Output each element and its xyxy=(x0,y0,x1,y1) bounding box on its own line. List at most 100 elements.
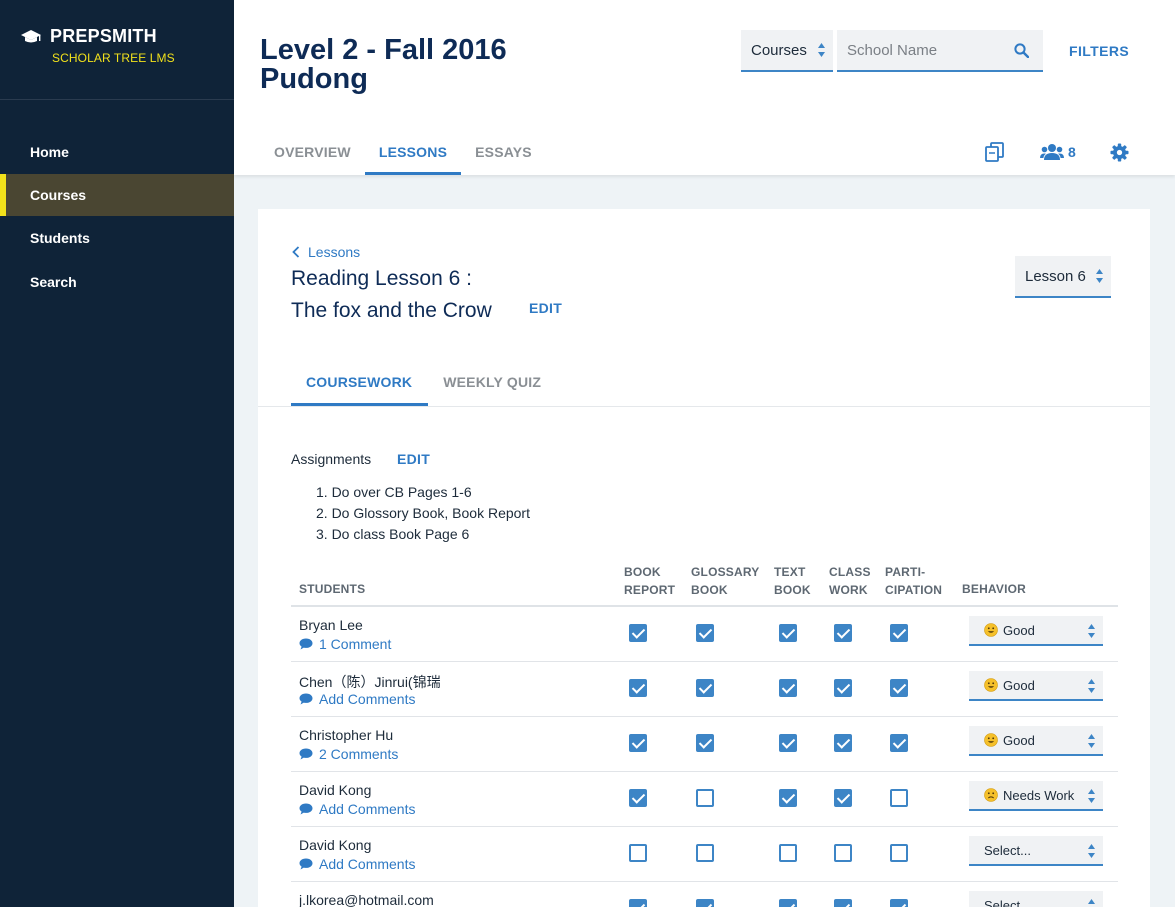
school-search-input[interactable] xyxy=(837,30,997,70)
header-line: BOOK xyxy=(691,583,728,597)
header-line: CIPATION xyxy=(885,583,943,597)
header-line: REPORT xyxy=(624,583,676,597)
comments-link[interactable]: Add Comments xyxy=(299,691,415,707)
tab-weekly-quiz[interactable]: WEEKLY QUIZ xyxy=(428,362,557,406)
gear-icon[interactable] xyxy=(1110,142,1129,162)
sidebar-item-home[interactable]: Home xyxy=(0,130,234,174)
tab-coursework[interactable]: COURSEWORK xyxy=(291,362,429,406)
behavior-select[interactable]: Select... xyxy=(969,891,1103,907)
header-text-book: TEXT BOOK xyxy=(774,563,811,599)
coursework-table: STUDENTS BOOK REPORT GLOSSARY BOOK TEXT … xyxy=(291,561,1118,907)
smile-icon xyxy=(984,678,998,692)
participation-checkbox[interactable] xyxy=(890,679,908,697)
text-book-checkbox[interactable] xyxy=(779,899,797,907)
class-work-checkbox[interactable] xyxy=(834,899,852,907)
book-report-checkbox[interactable] xyxy=(629,734,647,752)
updown-arrows-icon xyxy=(1088,789,1095,803)
tab-essays[interactable]: ESSAYS xyxy=(461,132,546,175)
glossary-book-checkbox[interactable] xyxy=(696,679,714,697)
brand-name: PREPSMITH xyxy=(50,26,157,46)
back-link-label: Lessons xyxy=(308,244,361,260)
tab-lessons[interactable]: LESSONS xyxy=(364,132,462,175)
behavior-select-value: Needs Work xyxy=(1003,788,1075,803)
class-work-checkbox[interactable] xyxy=(834,789,852,807)
back-to-lessons-link[interactable]: Lessons xyxy=(292,244,360,260)
behavior-select[interactable]: Good xyxy=(969,616,1103,646)
smile-icon xyxy=(984,623,998,637)
glossary-book-checkbox[interactable] xyxy=(696,844,714,862)
edit-assignments-button[interactable]: EDIT xyxy=(397,451,430,467)
text-book-checkbox[interactable] xyxy=(779,624,797,642)
assignment-item: 3. Do class Book Page 6 xyxy=(316,526,470,542)
courses-select[interactable]: Courses xyxy=(741,30,833,72)
class-work-checkbox[interactable] xyxy=(834,734,852,752)
text-book-checkbox[interactable] xyxy=(779,844,797,862)
glossary-book-checkbox[interactable] xyxy=(696,789,714,807)
table-row: David Kong Add Comments Select... xyxy=(291,827,1118,882)
assignment-item: 1. Do over CB Pages 1-6 xyxy=(316,484,472,500)
comment-icon xyxy=(299,803,313,815)
behavior-select-value: Good xyxy=(1003,733,1035,748)
comments-link[interactable]: Add Comments xyxy=(299,856,415,872)
school-search xyxy=(837,30,1043,72)
comment-icon xyxy=(299,693,313,705)
class-work-checkbox[interactable] xyxy=(834,844,852,862)
students-count-button[interactable]: 8 xyxy=(1040,143,1076,161)
header-line: WORK xyxy=(829,583,868,597)
chevron-left-icon xyxy=(292,246,300,258)
copy-icon[interactable] xyxy=(984,141,1006,163)
student-name: Bryan Lee xyxy=(299,617,363,633)
frown-icon xyxy=(984,788,998,802)
behavior-select[interactable]: Good xyxy=(969,726,1103,756)
text-book-checkbox[interactable] xyxy=(779,789,797,807)
header-class-work: CLASS WORK xyxy=(829,563,871,599)
participation-checkbox[interactable] xyxy=(890,899,908,907)
header-glossary-book: GLOSSARY BOOK xyxy=(691,563,760,599)
text-book-checkbox[interactable] xyxy=(779,679,797,697)
comments-link[interactable]: 1 Comment xyxy=(299,636,391,652)
sidebar-item-search[interactable]: Search xyxy=(0,260,234,304)
participation-checkbox[interactable] xyxy=(890,844,908,862)
student-name: Chen（陈）Jinrui(锦瑞 xyxy=(299,674,441,690)
search-icon[interactable] xyxy=(1014,43,1029,58)
class-work-checkbox[interactable] xyxy=(834,624,852,642)
smile-icon xyxy=(984,733,998,747)
header-behavior: BEHAVIOR xyxy=(962,582,1027,596)
header-participation: PARTI- CIPATION xyxy=(885,563,942,599)
comments-link[interactable]: 2 Comments xyxy=(299,746,398,762)
participation-checkbox[interactable] xyxy=(890,734,908,752)
lesson-title-line2: The fox and the Crow xyxy=(291,299,492,322)
sidebar-item-courses[interactable]: Courses xyxy=(0,174,234,216)
glossary-book-checkbox[interactable] xyxy=(696,624,714,642)
updown-arrows-icon xyxy=(1088,679,1095,693)
book-report-checkbox[interactable] xyxy=(629,679,647,697)
text-book-checkbox[interactable] xyxy=(779,734,797,752)
sidebar-item-students[interactable]: Students xyxy=(0,216,234,260)
filters-button[interactable]: FILTERS xyxy=(1069,43,1129,59)
book-report-checkbox[interactable] xyxy=(629,789,647,807)
glossary-book-checkbox[interactable] xyxy=(696,734,714,752)
book-report-checkbox[interactable] xyxy=(629,844,647,862)
book-report-checkbox[interactable] xyxy=(629,624,647,642)
header-line: TEXT xyxy=(774,565,806,579)
participation-checkbox[interactable] xyxy=(890,624,908,642)
behavior-select[interactable]: Select... xyxy=(969,836,1103,866)
class-work-checkbox[interactable] xyxy=(834,679,852,697)
glossary-book-checkbox[interactable] xyxy=(696,899,714,907)
assignments-label: Assignments xyxy=(291,451,372,467)
participation-checkbox[interactable] xyxy=(890,789,908,807)
courses-select-value: Courses xyxy=(751,42,807,59)
edit-lesson-button[interactable]: EDIT xyxy=(529,300,562,316)
behavior-select[interactable]: Needs Work xyxy=(969,781,1103,811)
book-report-checkbox[interactable] xyxy=(629,899,647,907)
graduation-cap-icon xyxy=(21,29,41,42)
behavior-select[interactable]: Good xyxy=(969,671,1103,701)
header-line: GLOSSARY xyxy=(691,565,760,579)
assignment-item: 2. Do Glossory Book, Book Report xyxy=(316,505,530,521)
student-name: David Kong xyxy=(299,782,372,798)
comments-link-label: 1 Comment xyxy=(319,636,392,652)
lesson-select[interactable]: Lesson 6 xyxy=(1015,256,1111,298)
tab-overview[interactable]: OVERVIEW xyxy=(260,132,365,175)
table-row: David Kong Add Comments Needs Work xyxy=(291,772,1118,827)
comments-link[interactable]: Add Comments xyxy=(299,801,415,817)
